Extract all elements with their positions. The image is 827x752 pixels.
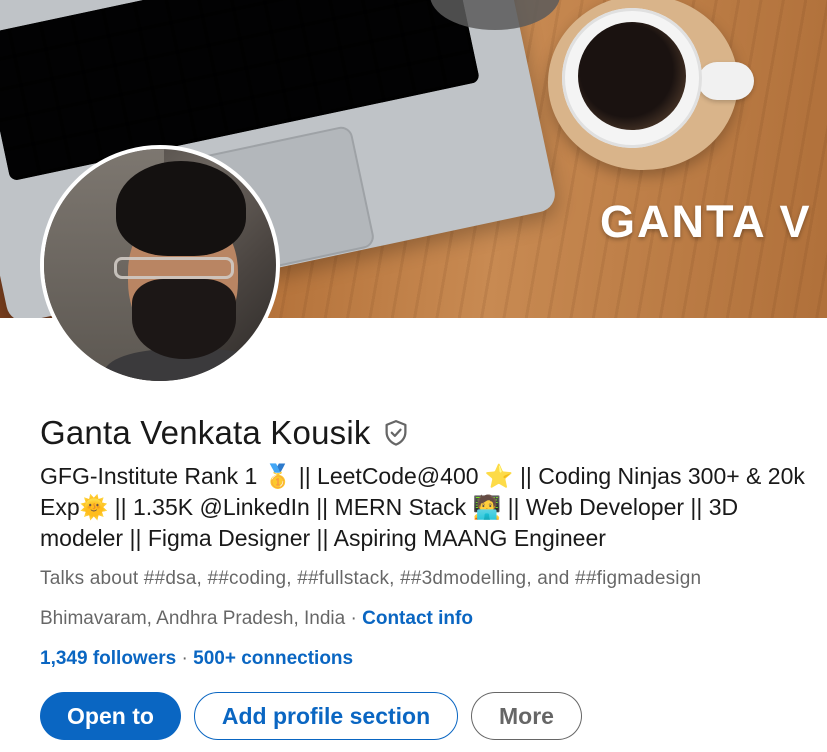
location-text: Bhimavaram, Andhra Pradesh, India	[40, 608, 346, 629]
network-stats: 1,349 followers · 500+ connections	[40, 648, 353, 670]
add-profile-section-button[interactable]: Add profile section	[194, 692, 458, 740]
avatar-glasses	[114, 257, 234, 279]
location-row: Bhimavaram, Andhra Pradesh, India · Cont…	[40, 608, 473, 630]
profile-headline: GFG-Institute Rank 1 🥇 || LeetCode@400 ⭐…	[40, 463, 805, 551]
location-separator: ·	[345, 608, 363, 629]
profile-avatar[interactable]	[40, 145, 280, 385]
talks-about: Talks about ##dsa, ##coding, ##fullstack…	[40, 568, 702, 589]
banner-title: GANTA V	[600, 196, 812, 247]
open-to-button[interactable]: Open to	[40, 692, 181, 740]
banner-coffee	[578, 22, 686, 130]
avatar-hair	[116, 161, 246, 256]
name-row: Ganta Venkata Kousik	[40, 414, 411, 452]
connections-link[interactable]: 500+ connections	[193, 648, 353, 669]
profile-card: GANTA V Ganta Venkata Kousik GFG-Institu…	[0, 0, 827, 752]
banner-cup-handle	[698, 62, 754, 100]
more-button[interactable]: More	[471, 692, 582, 740]
avatar-beard	[132, 279, 236, 359]
verified-shield-icon[interactable]	[381, 418, 411, 448]
stats-separator: ·	[176, 648, 194, 669]
contact-info-link[interactable]: Contact info	[362, 608, 473, 629]
profile-name: Ganta Venkata Kousik	[40, 414, 371, 451]
followers-link[interactable]: 1,349 followers	[40, 648, 176, 669]
